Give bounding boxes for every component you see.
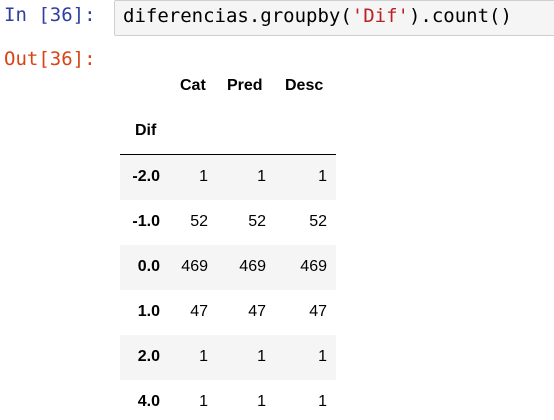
cell-cat: 1: [199, 168, 208, 185]
column-header-cat: Cat: [180, 77, 206, 94]
row-index: 0.0: [137, 258, 160, 275]
table-row: -1.0 52 52 52: [120, 200, 336, 245]
row-index: 4.0: [137, 393, 160, 410]
column-header-row: Cat Pred Desc: [120, 64, 336, 109]
table-row: 4.0 1 1 1: [120, 380, 336, 420]
column-header-pred: Pred: [227, 77, 263, 94]
cell-pred: 47: [248, 303, 266, 320]
cell-pred: 1: [257, 348, 266, 365]
table-row: -2.0 1 1 1: [120, 155, 336, 200]
cell-cat: 52: [190, 213, 208, 230]
cell-desc: 1: [318, 393, 327, 410]
table-row: 1.0 47 47 47: [120, 290, 336, 335]
row-index: -2.0: [132, 168, 160, 185]
table-row: 0.0 469 469 469: [120, 245, 336, 290]
cell-cat: 1: [199, 393, 208, 410]
cell-cat: 47: [190, 303, 208, 320]
row-index: -1.0: [132, 213, 160, 230]
code-cell[interactable]: diferencias.groupby('Dif').count(): [114, 0, 554, 36]
row-index: 1.0: [137, 303, 160, 320]
notebook: In [36]: diferencias.groupby('Dif').coun…: [0, 0, 554, 420]
input-prompt: In [36]:: [4, 4, 96, 26]
cell-pred: 1: [257, 168, 266, 185]
cell-pred: 1: [257, 393, 266, 410]
code-text-before: diferencias.groupby(: [123, 5, 352, 27]
table-row: 2.0 1 1 1: [120, 335, 336, 380]
index-name-row: Dif: [120, 109, 336, 155]
column-header-desc: Desc: [285, 77, 324, 94]
index-name: Dif: [135, 122, 157, 139]
code-line[interactable]: diferencias.groupby('Dif').count(): [123, 5, 512, 27]
cell-desc: 1: [318, 348, 327, 365]
cell-pred: 52: [248, 213, 266, 230]
cell-desc: 1: [318, 168, 327, 185]
cell-cat: 469: [181, 258, 208, 275]
cell-cat: 1: [199, 348, 208, 365]
row-index: 2.0: [137, 348, 160, 365]
code-string-literal: 'Dif': [351, 5, 409, 27]
code-text-after: ).count(): [408, 5, 512, 27]
cell-desc: 47: [309, 303, 327, 320]
cell-desc: 52: [309, 213, 327, 230]
cell-pred: 469: [239, 258, 266, 275]
output-prompt: Out[36]:: [4, 48, 96, 70]
cell-desc: 469: [300, 258, 327, 275]
dataframe-table: Cat Pred Desc Dif -2.0 1 1 1 -1.0 52 52 …: [120, 64, 336, 420]
